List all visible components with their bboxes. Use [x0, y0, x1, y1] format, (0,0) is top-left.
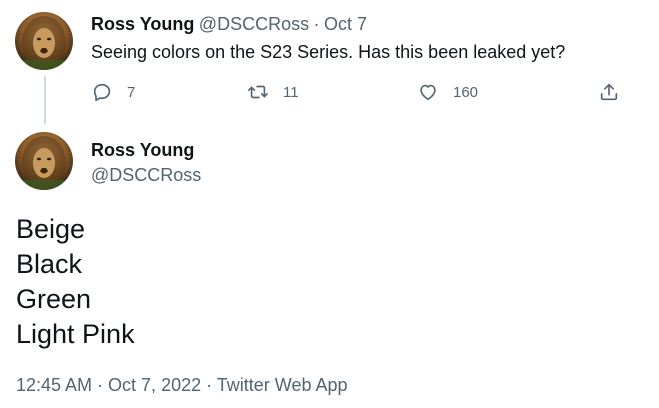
like-button[interactable]: 160 [417, 81, 478, 103]
tweet-body: Beige Black Green Light Pink [16, 212, 135, 352]
user-handle[interactable]: @DSCCRoss [199, 14, 309, 34]
user-handle[interactable]: @DSCCRoss [91, 165, 201, 186]
tweet-text: Seeing colors on the S23 Series. Has thi… [91, 42, 566, 62]
separator: · [313, 14, 320, 34]
reply-icon [93, 83, 111, 102]
reply-button[interactable]: 7 [91, 81, 135, 103]
heart-icon [420, 84, 436, 101]
tweet-header: Ross Young @DSCCRoss · Oct 7 [91, 14, 367, 35]
retweet-count: 11 [283, 83, 299, 101]
color-line: Beige [16, 214, 86, 244]
retweet-button[interactable]: 11 [247, 81, 299, 103]
tweet-date[interactable]: Oct 7 [324, 14, 367, 34]
retweet-icon [248, 85, 268, 99]
avatar[interactable] [15, 12, 73, 70]
thread-line [44, 76, 46, 124]
share-icon [600, 83, 618, 101]
tweet-timestamp[interactable]: 12:45 AM · Oct 7, 2022 · Twitter Web App [16, 375, 348, 396]
reply-count: 7 [127, 83, 136, 101]
like-count: 160 [453, 83, 479, 101]
color-line: Green [16, 284, 92, 314]
avatar[interactable] [15, 132, 73, 190]
display-name[interactable]: Ross Young [91, 14, 194, 34]
display-name[interactable]: Ross Young [91, 140, 194, 161]
color-line: Black [16, 249, 83, 279]
color-line: Light Pink [16, 319, 135, 349]
share-button[interactable] [598, 81, 620, 103]
